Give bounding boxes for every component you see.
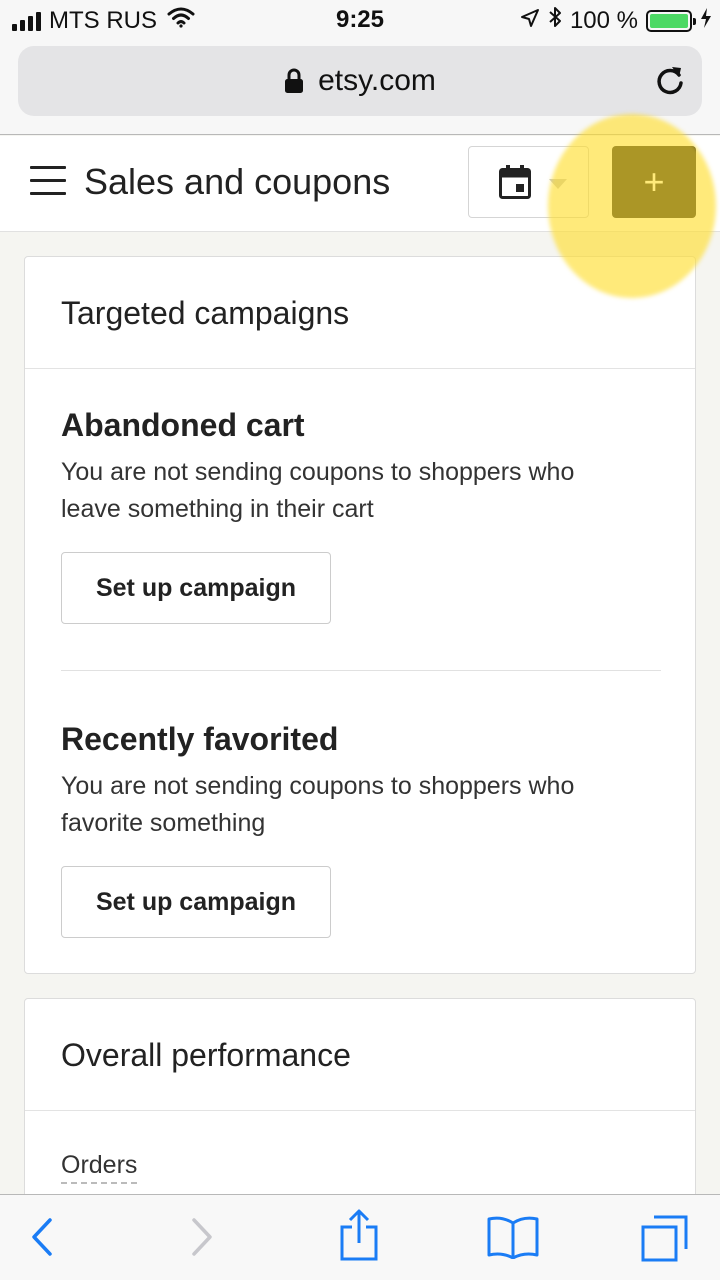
section-description: You are not sending coupons to shoppers … bbox=[61, 772, 575, 837]
share-icon[interactable] bbox=[338, 1209, 380, 1266]
set-up-campaign-button[interactable]: Set up campaign bbox=[61, 552, 331, 624]
reload-icon[interactable] bbox=[654, 63, 686, 105]
card-title: Overall performance bbox=[61, 1037, 351, 1073]
status-bar: MTS RUS 9:25 100 % bbox=[0, 0, 720, 40]
tabs-icon[interactable] bbox=[640, 1213, 690, 1268]
browser-toolbar bbox=[0, 1194, 720, 1280]
lock-icon bbox=[284, 68, 304, 94]
page-title: Sales and coupons bbox=[84, 161, 391, 202]
orders-metric-label[interactable]: Orders bbox=[61, 1151, 138, 1184]
charging-bolt-icon bbox=[700, 7, 712, 35]
forward-arrow-icon[interactable] bbox=[188, 1217, 216, 1262]
back-arrow-icon[interactable] bbox=[28, 1217, 56, 1262]
divider bbox=[61, 670, 661, 671]
section-title: Recently favorited bbox=[61, 721, 339, 757]
date-range-button[interactable] bbox=[468, 146, 589, 218]
battery-percent: 100 % bbox=[569, 6, 638, 34]
targeted-campaigns-card: Targeted campaigns Abandoned cart You ar… bbox=[24, 256, 696, 974]
chevron-down-icon bbox=[549, 179, 567, 189]
url-text: etsy.com bbox=[318, 64, 436, 97]
bookmarks-icon[interactable] bbox=[486, 1215, 540, 1264]
card-title: Targeted campaigns bbox=[61, 295, 350, 331]
page-header: Sales and coupons + bbox=[0, 136, 720, 232]
url-bar[interactable]: etsy.com bbox=[18, 46, 702, 116]
add-sale-button[interactable]: + bbox=[612, 146, 696, 218]
abandoned-cart-section: Abandoned cart You are not sending coupo… bbox=[61, 407, 661, 624]
battery-icon bbox=[646, 9, 696, 32]
set-up-campaign-button[interactable]: Set up campaign bbox=[61, 866, 331, 938]
card-header: Overall performance bbox=[25, 999, 695, 1111]
recently-favorited-section: Recently favorited You are not sending c… bbox=[61, 721, 661, 938]
section-title: Abandoned cart bbox=[61, 407, 305, 443]
bluetooth-icon bbox=[548, 6, 562, 35]
location-arrow-icon bbox=[520, 7, 540, 35]
status-bar-right: 100 % bbox=[520, 6, 712, 35]
calendar-icon bbox=[499, 165, 531, 204]
section-description: You are not sending coupons to shoppers … bbox=[61, 458, 575, 523]
card-header: Targeted campaigns bbox=[25, 257, 695, 369]
browser-address-area: etsy.com bbox=[0, 40, 720, 135]
hamburger-icon[interactable] bbox=[30, 166, 66, 198]
